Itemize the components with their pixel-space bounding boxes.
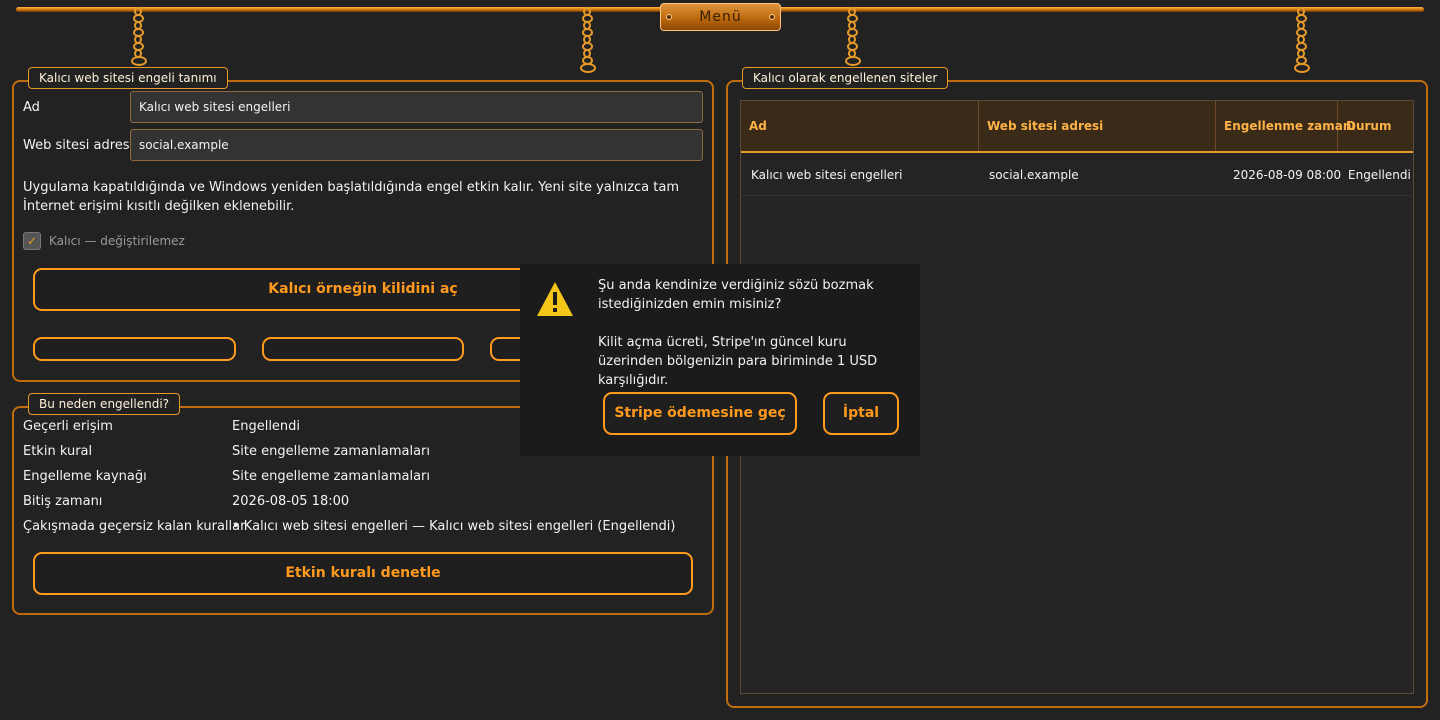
stripe-checkout-button[interactable]: Stripe ödemesine geç — [603, 392, 797, 435]
table-row[interactable]: Kalıcı web sitesi engelleri social.examp… — [741, 154, 1413, 196]
reason-label: Geçerli erişim — [23, 419, 113, 434]
blocked-sites-group-title: Kalıcı olarak engellenen siteler — [742, 67, 949, 89]
cell-status: Engellendi — [1348, 168, 1411, 182]
name-label: Ad — [23, 100, 40, 115]
reason-value: Engellendi — [232, 419, 301, 434]
reason-value: • Kalıcı web sitesi engelleri — Kalıcı w… — [232, 519, 676, 534]
bolt-icon — [666, 14, 672, 20]
cancel-button[interactable]: İptal — [823, 392, 899, 435]
reason-value: Site engelleme zamanlamaları — [232, 469, 430, 484]
table-header: Ad Web sitesi adresi Engellenme zamanı D… — [741, 101, 1413, 153]
cell-time: 2026-08-09 08:00 — [1233, 168, 1342, 182]
site-field[interactable]: social.example — [130, 129, 703, 161]
column-header-name[interactable]: Ad — [741, 101, 979, 151]
cell-name: Kalıcı web sitesi engelleri — [751, 168, 903, 182]
column-header-status[interactable]: Durum — [1338, 101, 1413, 151]
menu-label: Menü — [699, 9, 742, 25]
permanent-checkbox[interactable]: ✓ — [23, 232, 41, 250]
dialog-fee-note: Kilit açma ücreti, Stripe'ın güncel kuru… — [598, 335, 878, 388]
reason-label: Engelleme kaynağı — [23, 469, 147, 484]
chain-decoration — [845, 7, 861, 66]
definition-group-title: Kalıcı web sitesi engeli tanımı — [28, 67, 228, 89]
check-icon: ✓ — [26, 234, 38, 248]
menu-button[interactable]: Menü — [660, 3, 781, 31]
warning-icon — [537, 282, 573, 316]
persistence-note: Uygulama kapatıldığında ve Windows yenid… — [23, 180, 679, 214]
reason-value: Site engelleme zamanlamaları — [232, 444, 430, 459]
reason-label: Çakışmada geçersiz kalan kurallar — [23, 519, 246, 534]
cell-site: social.example — [989, 168, 1079, 182]
chain-decoration — [131, 7, 147, 66]
column-header-site[interactable]: Web sitesi adresi — [979, 101, 1216, 151]
chain-decoration — [580, 7, 596, 73]
reason-value: 2026-08-05 18:00 — [232, 494, 350, 509]
reason-label: Etkin kural — [23, 444, 93, 459]
inspect-rule-button[interactable]: Etkin kuralı denetle — [33, 552, 693, 595]
empty-action-button[interactable] — [33, 337, 236, 361]
chain-decoration — [1294, 7, 1310, 73]
name-field[interactable]: Kalıcı web sitesi engelleri — [130, 91, 703, 123]
bolt-icon — [769, 14, 775, 20]
empty-action-button[interactable] — [262, 337, 464, 361]
permanent-checkbox-label: Kalıcı — değiştirilemez — [49, 234, 185, 248]
reason-label: Bitiş zamanı — [23, 494, 103, 509]
site-label: Web sitesi adresi — [23, 138, 134, 153]
reason-group-title: Bu neden engellendi? — [28, 393, 181, 415]
dialog-question: Şu anda kendinize verdiğiniz sözü bozmak… — [598, 278, 874, 312]
column-header-time[interactable]: Engellenme zamanı — [1216, 101, 1356, 151]
